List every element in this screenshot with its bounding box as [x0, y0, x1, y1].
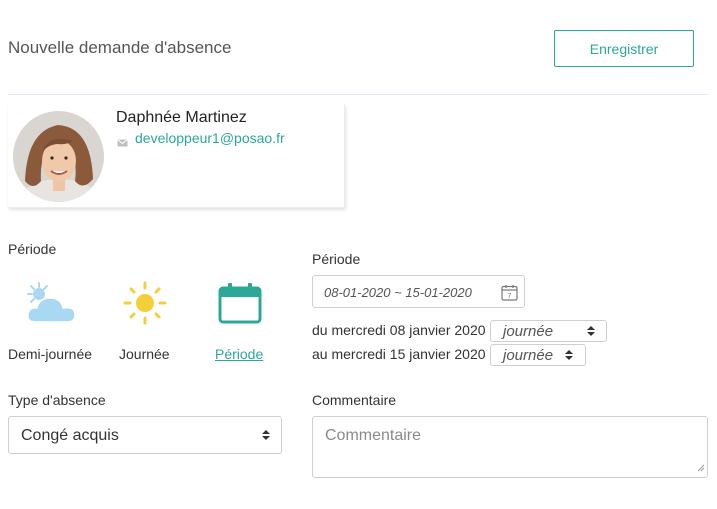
user-card: Daphnée Martinez developpeur1@posao.fr [8, 104, 345, 208]
period-range-label: Période [312, 251, 361, 267]
user-name: Daphnée Martinez [116, 109, 247, 126]
user-email-link[interactable]: developpeur1@posao.fr [135, 130, 285, 146]
absence-type-label: Type d'absence [8, 392, 106, 408]
save-button[interactable]: Enregistrer [554, 30, 694, 67]
avatar [13, 111, 104, 202]
start-date-text: du mercredi 08 janvier 2020 [312, 322, 486, 338]
svg-text:7: 7 [508, 293, 512, 300]
calendar-small-icon[interactable]: 7 [501, 284, 518, 304]
end-day-select[interactable]: journée [490, 344, 586, 366]
partly-cloudy-icon[interactable] [25, 282, 77, 327]
absence-type-select[interactable]: Congé acquis [8, 416, 282, 454]
comment-label: Commentaire [312, 392, 397, 408]
option-period[interactable]: Période [215, 346, 263, 362]
calendar-icon[interactable] [218, 282, 262, 327]
option-half-day[interactable]: Demi-journée [8, 346, 92, 362]
sun-icon[interactable] [123, 281, 167, 328]
period-type-label: Période [8, 241, 57, 257]
page-title: Nouvelle demande d'absence [8, 38, 232, 57]
mail-icon [117, 134, 128, 150]
end-date-text: au mercredi 15 janvier 2020 [312, 346, 486, 362]
header-divider [8, 94, 708, 95]
resize-handle-icon[interactable] [697, 459, 705, 475]
absence-type-value: Congé acquis [21, 427, 119, 444]
option-day[interactable]: Journée [119, 346, 170, 362]
comment-placeholder: Commentaire [325, 427, 422, 444]
end-day-value: journée [503, 347, 554, 364]
comment-textarea[interactable]: Commentaire [312, 416, 708, 478]
date-range-input[interactable]: 08-01-2020 ~ 15-01-2020 7 [312, 275, 525, 308]
start-day-value: journée [503, 323, 554, 340]
start-day-select[interactable]: journée [490, 320, 607, 342]
date-range-value: 08-01-2020 ~ 15-01-2020 [324, 285, 472, 300]
